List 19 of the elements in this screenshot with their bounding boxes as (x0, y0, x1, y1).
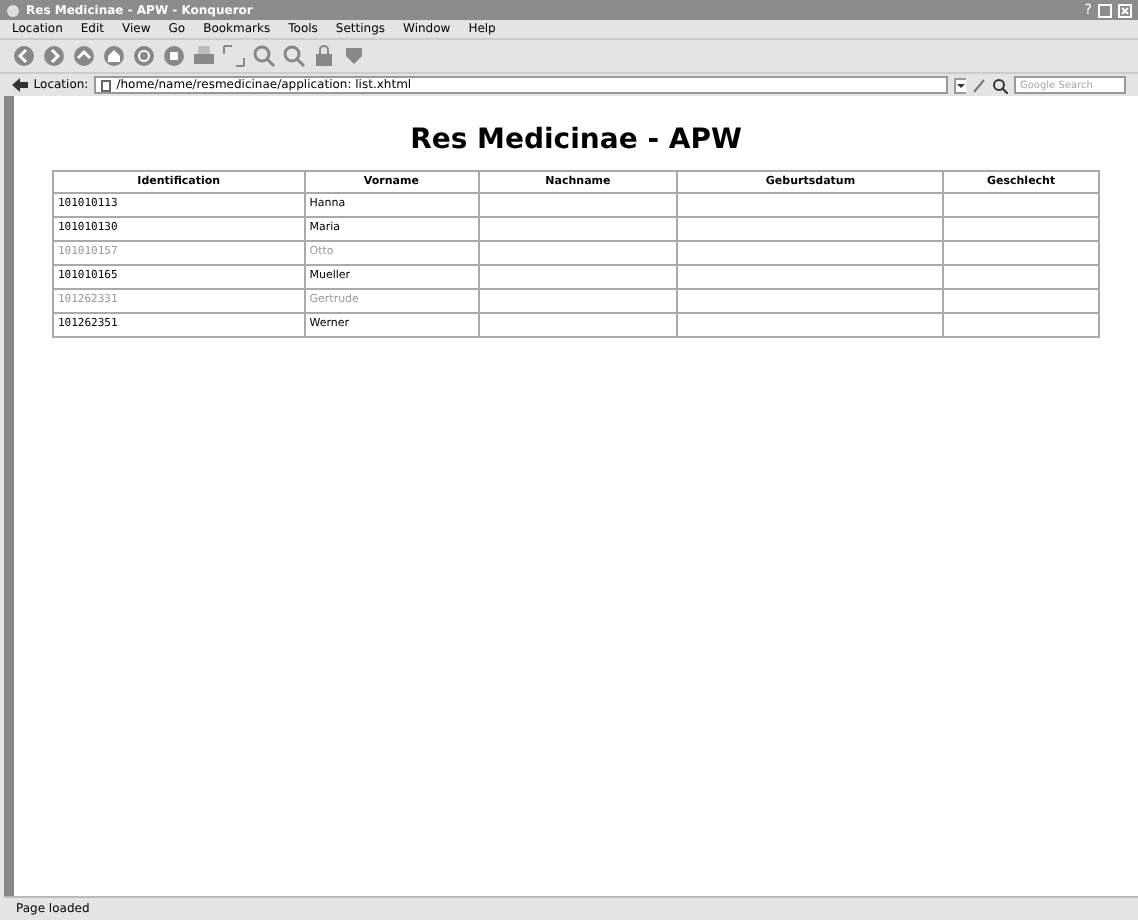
home-icon[interactable] (102, 44, 126, 68)
print-icon[interactable] (192, 44, 216, 68)
zoom-in-icon[interactable] (252, 44, 276, 68)
lock-icon[interactable] (312, 44, 336, 68)
document-icon (100, 79, 113, 91)
fullscreen-icon[interactable] (222, 44, 246, 68)
app-icon (6, 3, 20, 17)
maximize-icon[interactable] (1098, 3, 1112, 17)
back-icon[interactable] (12, 44, 36, 68)
page-heading: Res Medicinae - APW (410, 126, 742, 154)
up-icon[interactable] (72, 44, 96, 68)
dropdown-icon[interactable] (953, 77, 967, 93)
stop-icon[interactable] (162, 44, 186, 68)
zoom-out-icon[interactable] (282, 44, 306, 68)
search-icon[interactable] (992, 77, 1008, 93)
close-icon[interactable] (1118, 3, 1132, 17)
forward-icon[interactable] (42, 44, 66, 68)
reload-icon[interactable] (132, 44, 156, 68)
location-icon (12, 78, 28, 92)
